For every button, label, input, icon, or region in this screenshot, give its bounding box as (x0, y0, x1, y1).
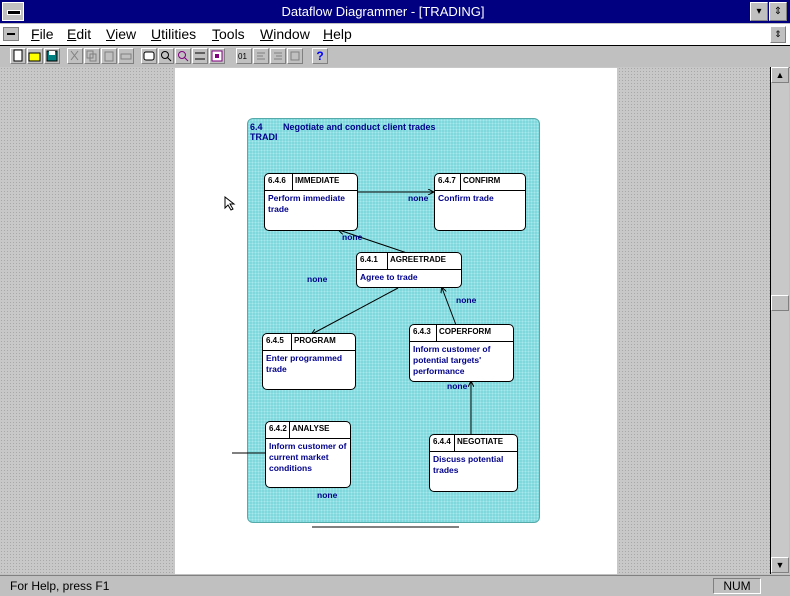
process-description: Enter programmed trade (266, 353, 343, 374)
process-description: Confirm trade (438, 193, 494, 203)
process-description: Inform customer of potential targets' pe… (413, 344, 491, 376)
process-name: ANALYSE (292, 424, 330, 433)
process-id: 6.4.1 (360, 255, 378, 264)
process-id: 6.4.6 (268, 176, 286, 185)
process-name: IMMEDIATE (295, 176, 340, 185)
process-description: Discuss potential trades (433, 454, 504, 475)
process-immediate[interactable]: 6.4.6 IMMEDIATE Perform immediate trade (264, 173, 358, 231)
scroll-thumb[interactable] (771, 295, 789, 311)
flow-label[interactable]: none (456, 295, 476, 305)
process-agreetrade[interactable]: 6.4.1 AGREETRADE Agree to trade (356, 252, 462, 288)
process-id: 6.4.5 (266, 336, 284, 345)
scroll-up-button[interactable]: ▲ (771, 67, 789, 83)
flow-label[interactable]: none (408, 193, 428, 203)
process-id: 6.4.4 (433, 437, 451, 446)
process-program[interactable]: 6.4.5 PROGRAM Enter programmed trade (262, 333, 356, 390)
flow-agree-program (312, 287, 399, 334)
process-id: 6.4.2 (269, 424, 287, 433)
process-name: COPERFORM (439, 327, 491, 336)
flow-lines (232, 0, 790, 528)
process-name: NEGOTIATE (457, 437, 504, 446)
process-name: PROGRAM (294, 336, 336, 345)
flow-label[interactable]: none (307, 274, 327, 284)
process-description: Agree to trade (360, 272, 418, 282)
flow-coperform-agree (442, 288, 457, 326)
process-description: Inform customer of current market condit… (269, 441, 347, 473)
num-lock-indicator: NUM (713, 578, 761, 594)
process-id: 6.4.3 (413, 327, 431, 336)
flow-label[interactable]: none (342, 232, 362, 242)
flow-label[interactable]: none (317, 490, 337, 500)
process-analyse[interactable]: 6.4.2 ANALYSE Inform customer of current… (265, 421, 351, 488)
scroll-down-button[interactable]: ▼ (771, 557, 789, 573)
flow-label[interactable]: none (447, 381, 467, 391)
process-coperform[interactable]: 6.4.3 COPERFORM Inform customer of poten… (409, 324, 514, 382)
process-description: Perform immediate trade (268, 193, 345, 214)
process-id: 6.4.7 (438, 176, 456, 185)
vertical-scrollbar[interactable]: ▲ ▼ (770, 67, 789, 574)
status-bar: For Help, press F1 NUM (0, 575, 790, 596)
process-negotiate[interactable]: 6.4.4 NEGOTIATE Discuss potential trades (429, 434, 518, 492)
process-name: CONFIRM (463, 176, 501, 185)
process-name: AGREETRADE (390, 255, 447, 264)
process-confirm[interactable]: 6.4.7 CONFIRM Confirm trade (434, 173, 526, 231)
mouse-cursor-icon (224, 196, 236, 211)
status-help-text: For Help, press F1 (10, 579, 110, 593)
